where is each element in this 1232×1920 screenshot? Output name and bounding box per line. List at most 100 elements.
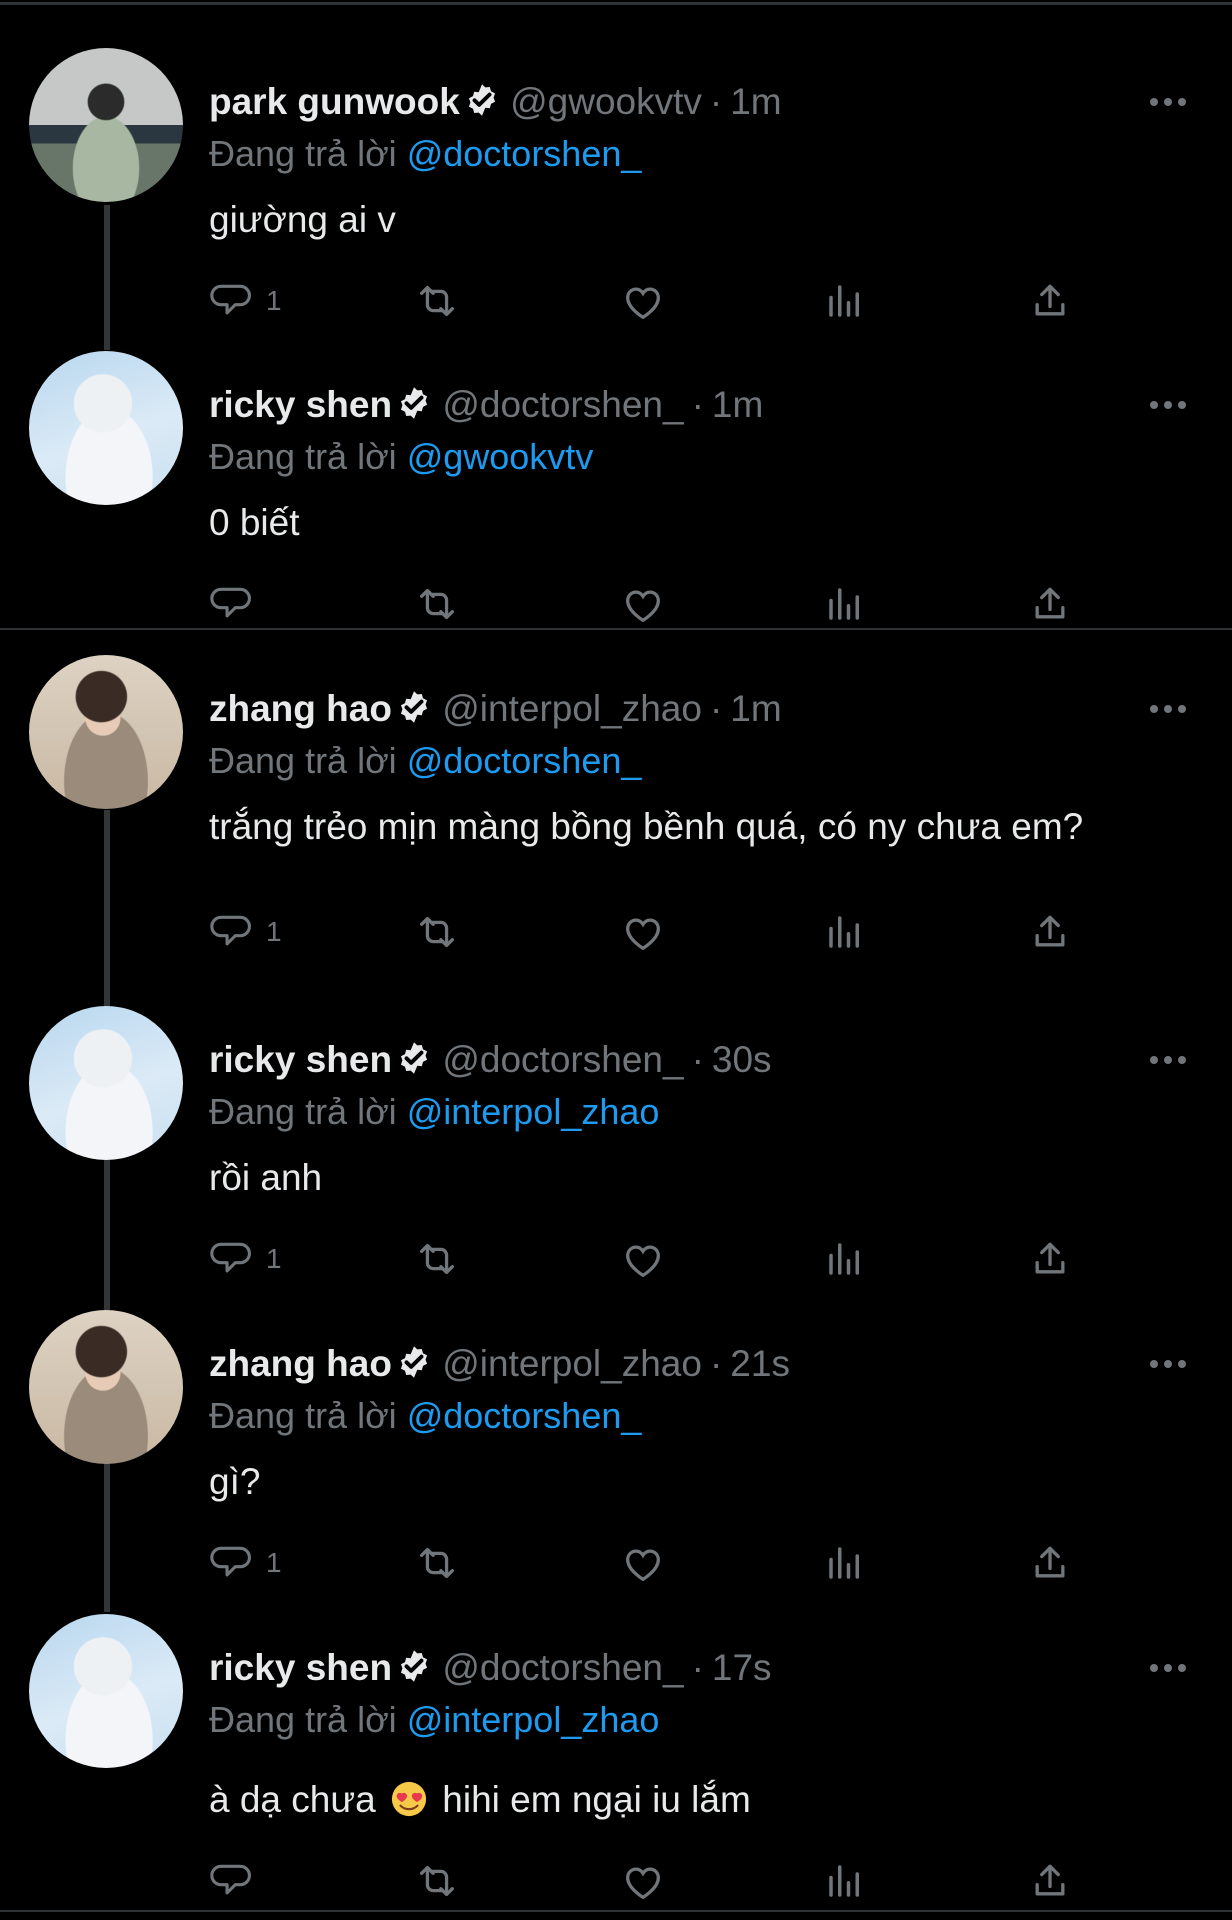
mention-link[interactable]: @interpol_zhao <box>407 1699 660 1740</box>
reply-button[interactable] <box>210 1856 266 1906</box>
like-icon <box>626 918 660 951</box>
replying-to-line: Đang trả lời @doctorshen_ <box>209 136 641 172</box>
mention-link[interactable]: @doctorshen_ <box>407 740 642 781</box>
reply-button[interactable]: 1 <box>210 276 282 326</box>
avatar[interactable] <box>29 1614 183 1768</box>
display-name[interactable]: ricky shen <box>209 1039 392 1080</box>
like-button[interactable] <box>620 1234 666 1284</box>
separator-dot: · <box>691 384 704 425</box>
views-icon <box>829 1865 859 1897</box>
separator-dot: · <box>709 81 723 122</box>
share-button[interactable] <box>1028 276 1072 326</box>
separator-dot: · <box>691 1647 704 1688</box>
mention-link[interactable]: @doctorshen_ <box>407 133 642 174</box>
views-button[interactable] <box>824 1856 866 1906</box>
share-button[interactable] <box>1028 1234 1072 1284</box>
mention-link[interactable]: @gwookvtv <box>407 436 594 477</box>
user-handle[interactable]: @doctorshen_ <box>442 1647 683 1688</box>
retweet-button[interactable] <box>414 579 460 629</box>
replying-label: Đang trả lời <box>209 740 397 781</box>
views-button[interactable] <box>824 1538 866 1588</box>
retweet-button[interactable] <box>414 1234 460 1284</box>
tweet-actions <box>210 1856 1080 1906</box>
replying-to-line: Đang trả lời @interpol_zhao <box>209 1094 659 1130</box>
user-handle[interactable]: @gwookvtv <box>510 81 702 122</box>
avatar[interactable] <box>29 48 183 202</box>
tweet-actions: 1 <box>210 276 1080 326</box>
tweet-time[interactable]: 1m <box>730 688 781 729</box>
tweet-time[interactable]: 21s <box>730 1343 790 1384</box>
share-button[interactable] <box>1028 1538 1072 1588</box>
tweet-actions <box>210 579 1080 629</box>
more-icon[interactable] <box>1148 96 1188 108</box>
views-button[interactable] <box>824 1234 866 1284</box>
verified-icon <box>401 1650 428 1682</box>
more-icon[interactable] <box>1148 1662 1188 1674</box>
bottom-divider <box>0 1910 1232 1912</box>
avatar[interactable] <box>29 655 183 809</box>
mention-link[interactable]: @interpol_zhao <box>407 1091 660 1132</box>
share-button[interactable] <box>1028 907 1072 957</box>
display-name[interactable]: ricky shen <box>209 384 392 425</box>
views-button[interactable] <box>824 907 866 957</box>
more-icon[interactable] <box>1148 1358 1188 1370</box>
views-button[interactable] <box>824 276 866 326</box>
reply-button[interactable] <box>210 579 266 629</box>
retweet-button[interactable] <box>414 907 460 957</box>
reply-icon <box>210 1864 251 1895</box>
more-icon[interactable] <box>1148 1054 1188 1066</box>
tweet-time[interactable]: 1m <box>712 384 763 425</box>
like-button[interactable] <box>620 907 666 957</box>
tweet-time[interactable]: 17s <box>712 1647 772 1688</box>
retweet-button[interactable] <box>414 276 460 326</box>
share-icon <box>1035 1546 1065 1578</box>
share-button[interactable] <box>1028 1856 1072 1906</box>
like-button[interactable] <box>620 276 666 326</box>
like-button[interactable] <box>620 579 666 629</box>
tweet-text: gì? <box>209 1461 261 1502</box>
more-icon[interactable] <box>1148 399 1188 411</box>
display-name[interactable]: park gunwook <box>209 81 460 122</box>
views-button[interactable] <box>824 579 866 629</box>
tweet[interactable]: zhang hao @interpol_zhao · 21s Đang trả lờ… <box>0 1300 1232 1600</box>
tweet-text-after-emoji: hihi em ngại iu lắm <box>442 1779 751 1820</box>
retweet-button[interactable] <box>414 1538 460 1588</box>
share-icon <box>1035 915 1065 947</box>
avatar[interactable] <box>29 351 183 505</box>
reply-button[interactable]: 1 <box>210 907 282 957</box>
like-icon <box>626 590 660 623</box>
tweet[interactable]: ricky shen @doctorshen_ · 30s Đang trả lời… <box>0 996 1232 1296</box>
retweet-button[interactable] <box>414 1856 460 1906</box>
tweet-time[interactable]: 1m <box>730 81 781 122</box>
avatar[interactable] <box>29 1310 183 1464</box>
tweet-text: trắng trẻo mịn màng bồng bềnh quá, có ny… <box>209 806 1084 847</box>
display-name[interactable]: zhang hao <box>209 688 392 729</box>
display-name[interactable]: ricky shen <box>209 1647 392 1688</box>
like-button[interactable] <box>620 1538 666 1588</box>
user-handle[interactable]: @doctorshen_ <box>442 384 683 425</box>
reply-button[interactable]: 1 <box>210 1538 282 1588</box>
tweet[interactable]: zhang hao @interpol_zhao · 1m Đang trả lời… <box>0 645 1232 985</box>
retweet-icon <box>420 1865 454 1897</box>
tweet[interactable]: park gunwook @gwookvtv · 1m Đang trả lời @… <box>0 38 1232 338</box>
user-handle[interactable]: @interpol_zhao <box>442 1343 702 1384</box>
user-handle[interactable]: @doctorshen_ <box>442 1039 683 1080</box>
like-icon <box>626 287 660 320</box>
share-icon <box>1035 284 1065 316</box>
reply-icon <box>210 587 251 618</box>
separator-dot: · <box>709 1343 723 1384</box>
share-button[interactable] <box>1028 579 1072 629</box>
verified-icon <box>401 387 428 419</box>
user-handle[interactable]: @interpol_zhao <box>442 688 702 729</box>
verified-icon <box>401 1042 428 1074</box>
tweet[interactable]: ricky shen @doctorshen_ · 1m Đang trả lời … <box>0 341 1232 641</box>
tweet-time[interactable]: 30s <box>712 1039 772 1080</box>
views-icon <box>829 285 859 317</box>
tweet[interactable]: ricky shen @doctorshen_ · 17s Đang trả lời… <box>0 1604 1232 1904</box>
avatar[interactable] <box>29 1006 183 1160</box>
like-button[interactable] <box>620 1856 666 1906</box>
more-icon[interactable] <box>1148 703 1188 715</box>
mention-link[interactable]: @doctorshen_ <box>407 1395 642 1436</box>
reply-button[interactable]: 1 <box>210 1234 282 1284</box>
display-name[interactable]: zhang hao <box>209 1343 392 1384</box>
